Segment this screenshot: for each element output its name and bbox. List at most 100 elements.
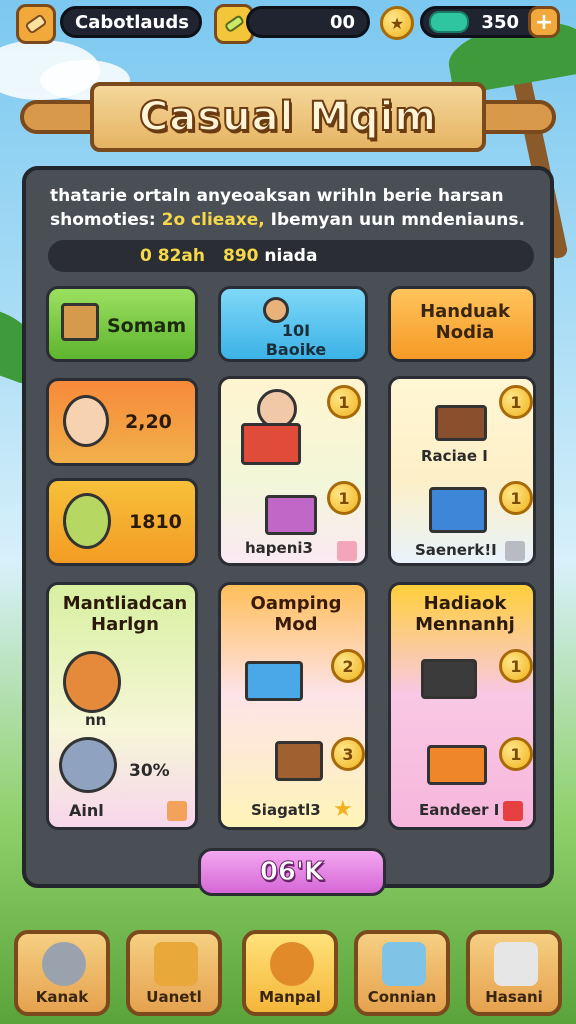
nav-kanak[interactable]: Kanak <box>14 930 110 1016</box>
nav-label: Kanak <box>35 988 89 1006</box>
coin-badge-value: 1 <box>338 488 350 508</box>
stat-a: 0 82ah <box>140 246 205 266</box>
stat-c: niada <box>264 246 318 266</box>
desc-line-2c: Ibemyan uun mndeniauns. <box>270 210 525 230</box>
boy-avatar <box>63 395 109 447</box>
crate-icon <box>61 303 99 341</box>
crate-icon <box>275 741 323 781</box>
card-bottom: Ainl <box>69 801 104 820</box>
desc-line-1: thatarie ortaln anyeoaksan wrihln berie … <box>50 186 504 206</box>
coin-badge: 1 <box>499 737 533 771</box>
ticket-icon <box>382 942 426 986</box>
description-text: thatarie ortaln anyeoaksan wrihln berie … <box>50 184 530 232</box>
gift-icon <box>154 942 198 986</box>
coin-badge: 3 <box>331 737 365 771</box>
card-title: Mantliadcan Harlgn <box>62 593 188 635</box>
plus-icon: + <box>534 9 554 35</box>
nav-hasani[interactable]: Hasani <box>466 930 562 1016</box>
ok-button[interactable]: 06'K <box>198 848 386 896</box>
card-title: Oamping Mod <box>250 593 342 635</box>
main-panel: thatarie ortaln anyeoaksan wrihln berie … <box>22 166 554 896</box>
energy-value: 00 <box>329 11 355 33</box>
game-title: Casual Mqim <box>138 93 438 141</box>
stat-b: 890 <box>222 246 259 266</box>
item-label: Raciae I <box>421 447 488 465</box>
item-label: Siagatl3 <box>251 801 321 819</box>
item-label: Eandeer I <box>419 801 500 819</box>
card-sub: nn <box>85 711 107 729</box>
coin-badge-value: 2 <box>342 656 354 676</box>
coin-badge-value: 1 <box>510 488 522 508</box>
nav-label: Uanetl <box>146 988 202 1006</box>
desc-line-2a: shomoties: <box>50 210 156 230</box>
coin-badge: 1 <box>327 481 361 515</box>
cake-card[interactable]: 1 Raciae I 1 Saenerk!I <box>388 376 536 566</box>
cake-icon <box>435 405 487 441</box>
tab-label: 10I Baoike <box>265 321 327 359</box>
card-title: Hadiaok Mennanhj <box>415 593 515 635</box>
top-bar: Cabotlauds 00 ★ 350 + <box>0 4 576 44</box>
item-checkbox[interactable] <box>503 801 523 821</box>
purple-gift-icon <box>265 495 317 535</box>
coin-badge: 1 <box>499 481 533 515</box>
star-icon: ★ <box>333 797 353 822</box>
tab-baoike[interactable]: 10I Baoike <box>218 286 368 362</box>
item-checkbox[interactable] <box>167 801 187 821</box>
character-card-1[interactable]: 2,20 <box>46 378 198 466</box>
gem-icon <box>429 11 469 33</box>
card-percent: 30% <box>129 761 170 781</box>
title-banner: Casual Mqim <box>90 82 486 152</box>
blue-gift-icon <box>429 487 487 533</box>
tab-somam[interactable]: Somam <box>46 286 198 362</box>
nav-connian[interactable]: Connian <box>354 930 450 1016</box>
item-label: hapeni3 <box>245 539 313 557</box>
chat-icon <box>494 942 538 986</box>
tab-label: Somam <box>107 315 187 337</box>
item-checkbox[interactable] <box>337 541 357 561</box>
scroll-icon <box>270 942 314 986</box>
energy-pill: 00 <box>246 6 370 38</box>
computer-icon <box>245 661 303 701</box>
bottom-nav: Kanak Uanetl Manpal Connian Hasani <box>14 930 562 1018</box>
player-name: Cabotlauds <box>75 11 189 33</box>
mantliadcan-card[interactable]: Mantliadcan Harlgn nn 30% Ainl <box>46 582 198 830</box>
coin-badge-value: 1 <box>510 656 522 676</box>
stat-bar: 0 82ah 890 niada <box>48 240 534 272</box>
coin-badge-value: 1 <box>510 392 522 412</box>
coin-badge-value: 3 <box>342 744 354 764</box>
mouse-icon <box>42 942 86 986</box>
cat-avatar <box>59 737 117 793</box>
coin-badge: 1 <box>499 385 533 419</box>
coin-badge-value: 1 <box>338 392 350 412</box>
nav-uanetl[interactable]: Uanetl <box>126 930 222 1016</box>
tab-label: Handuak Nodia <box>420 301 510 343</box>
character-value: 2,20 <box>125 411 172 433</box>
gift-card[interactable]: 1 1 hapeni3 <box>218 376 368 566</box>
nav-label: Manpal <box>259 988 321 1006</box>
camping-card[interactable]: Oamping Mod 2 3 Siagatl3 ★ <box>218 582 368 830</box>
item-checkbox[interactable] <box>505 541 525 561</box>
goblin-avatar <box>63 493 111 549</box>
nav-label: Hasani <box>485 988 543 1006</box>
nav-label: Connian <box>367 988 437 1006</box>
desc-line-2: shomoties: 2o clieaxe, Ibemyan uun mnden… <box>50 208 530 232</box>
player-name-pill[interactable]: Cabotlauds <box>60 6 202 38</box>
coin-badge: 1 <box>499 649 533 683</box>
desc-line-2b: 2o clieaxe, <box>161 210 265 230</box>
cat-icon <box>263 297 289 323</box>
character-value: 1810 <box>129 511 182 533</box>
tab-handuak[interactable]: Handuak Nodia <box>388 286 536 362</box>
stat-b-group: 890 niada <box>223 246 317 266</box>
console-icon <box>421 659 477 699</box>
fox-avatar <box>63 651 121 713</box>
nav-manpal[interactable]: Manpal <box>242 930 338 1016</box>
coin-badge: 2 <box>331 649 365 683</box>
coin-badge-value: 1 <box>510 744 522 764</box>
hadiak-card[interactable]: Hadiaok Mennanhj 1 1 Eandeer I <box>388 582 536 830</box>
character-card-2[interactable]: 1810 <box>46 478 198 566</box>
star-coin-icon[interactable]: ★ <box>380 6 414 40</box>
add-gems-button[interactable]: + <box>528 6 560 38</box>
item-label: Saenerk!I <box>415 541 497 559</box>
profile-icon[interactable] <box>16 4 56 44</box>
red-gift-icon <box>241 423 301 465</box>
